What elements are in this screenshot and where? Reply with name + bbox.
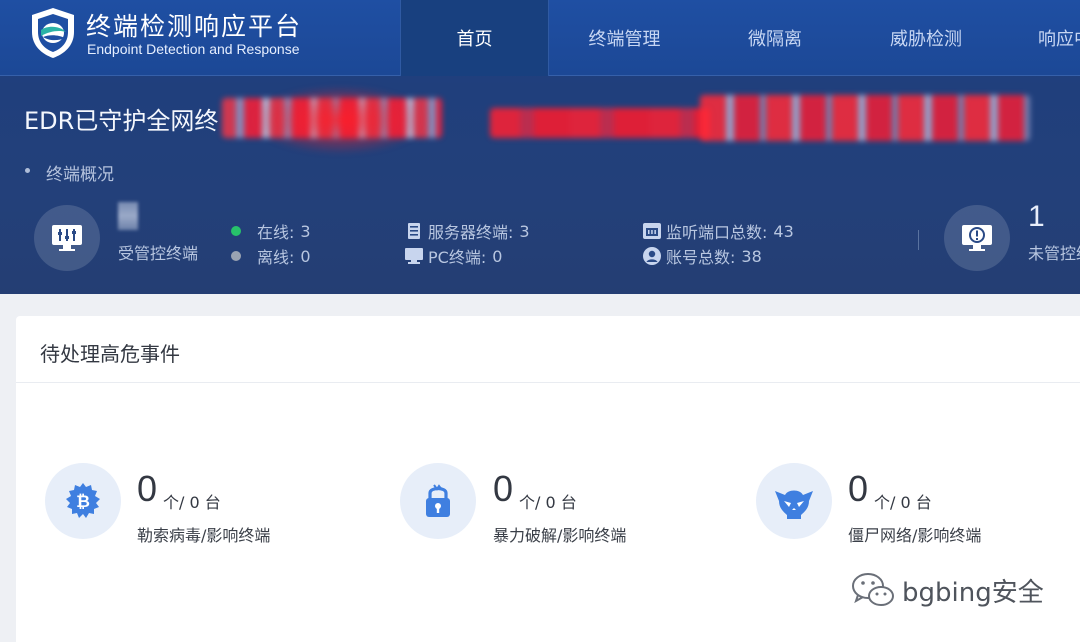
pc-monitor-icon xyxy=(404,246,424,266)
server-icon xyxy=(404,221,424,241)
watermark: bgbing安全 xyxy=(850,570,1044,610)
lock-icon xyxy=(400,463,476,539)
redacted-area xyxy=(490,108,710,138)
bitcoin-icon: ₿ xyxy=(45,463,121,539)
nav-tab-endpoint-management[interactable]: 终端管理 xyxy=(548,0,700,76)
nav-tab-response[interactable]: 响应中 xyxy=(1002,0,1080,76)
monitor-alert-icon xyxy=(944,205,1010,271)
brand-title: 终端检测响应平台 xyxy=(86,12,303,41)
offline-value: 0 xyxy=(300,246,311,266)
card-divider xyxy=(16,382,1080,383)
network-port-icon xyxy=(642,221,662,241)
main-nav: 首页 终端管理 微隔离 威胁检测 响应中 xyxy=(400,0,1080,76)
offline-label: 离线: xyxy=(257,248,295,267)
managed-count-redacted xyxy=(118,202,138,230)
online-label: 在线: xyxy=(257,223,295,242)
shield-logo-icon xyxy=(32,8,74,58)
managed-endpoints-label: 受管控终端 xyxy=(118,244,199,263)
online-value: 3 xyxy=(300,221,311,241)
botnet-count[interactable]: 0 xyxy=(848,468,868,510)
listening-ports-value: 43 xyxy=(773,221,794,241)
accounts-stat: 账号总数: 38 xyxy=(642,244,762,268)
online-status-dot xyxy=(231,226,241,236)
listening-ports-label: 监听端口总数: xyxy=(666,223,768,242)
redacted-area xyxy=(250,85,430,155)
section-title-endpoint-overview: 终端概况 xyxy=(46,165,114,185)
brute-force-count[interactable]: 0 xyxy=(493,468,513,510)
pc-stat: PC终端: 0 xyxy=(404,244,502,268)
vertical-divider xyxy=(918,230,919,250)
wechat-icon xyxy=(852,573,894,606)
accounts-label: 账号总数: xyxy=(666,248,736,267)
watermark-text: bgbing安全 xyxy=(902,577,1044,608)
skull-icon xyxy=(756,463,832,539)
user-account-icon xyxy=(642,246,662,266)
pc-endpoints-label: PC终端: xyxy=(428,248,487,267)
accounts-value: 38 xyxy=(741,246,762,266)
offline-stat: 离线: 0 xyxy=(231,244,311,268)
monitor-settings-icon xyxy=(34,205,100,271)
online-stat: 在线: 3 xyxy=(231,219,311,243)
botnet-label: 僵尸网络/影响终端 xyxy=(848,526,982,545)
nav-tab-threat-detection[interactable]: 威胁检测 xyxy=(850,0,1002,76)
brand-subtitle: Endpoint Detection and Response xyxy=(87,41,300,57)
pc-endpoints-value: 0 xyxy=(492,246,503,266)
nav-tab-home[interactable]: 首页 xyxy=(400,0,548,76)
card-title: 待处理高危事件 xyxy=(40,342,180,366)
top-navigation-bar: 终端检测响应平台 Endpoint Detection and Response… xyxy=(0,0,1080,76)
brute-force-label: 暴力破解/影响终端 xyxy=(493,526,627,545)
offline-status-dot xyxy=(231,251,241,261)
unmanaged-count[interactable]: 1 xyxy=(1028,200,1045,234)
svg-text:₿: ₿ xyxy=(76,492,90,512)
brute-force-unit: 个/ 0 台 xyxy=(519,493,577,512)
nav-tab-micro-segmentation[interactable]: 微隔离 xyxy=(700,0,850,76)
protection-banner-text: EDR已守护全网终 xyxy=(24,107,219,135)
server-stat: 服务器终端: 3 xyxy=(404,219,530,243)
server-endpoints-label: 服务器终端: xyxy=(428,223,514,242)
section-bullet xyxy=(25,168,30,173)
unmanaged-endpoints-label: 未管控终 xyxy=(1028,244,1080,263)
dashboard-header: 终端检测响应平台 Endpoint Detection and Response… xyxy=(0,0,1080,294)
server-endpoints-value: 3 xyxy=(519,221,530,241)
listening-ports-stat: 监听端口总数: 43 xyxy=(642,219,794,243)
ransomware-label: 勒索病毒/影响终端 xyxy=(137,526,271,545)
botnet-unit: 个/ 0 台 xyxy=(874,493,932,512)
redacted-area xyxy=(700,95,1030,141)
ransomware-count[interactable]: 0 xyxy=(137,468,157,510)
ransomware-unit: 个/ 0 台 xyxy=(163,493,221,512)
